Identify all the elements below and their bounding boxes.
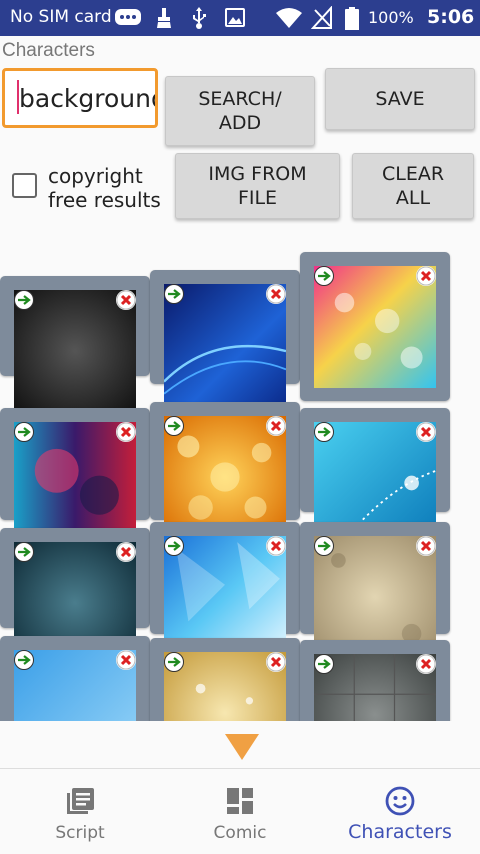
- result-tile[interactable]: [150, 402, 300, 538]
- bottom-navigation: Script Comic Characters: [0, 768, 480, 854]
- use-image-icon[interactable]: [164, 652, 184, 672]
- copyright-free-label: copyright free results: [48, 164, 161, 212]
- result-tile[interactable]: [0, 636, 150, 721]
- nav-label-characters: Characters: [348, 821, 452, 843]
- delete-image-icon[interactable]: [416, 536, 436, 556]
- use-image-icon[interactable]: [164, 536, 184, 556]
- nav-label-comic: Comic: [213, 823, 267, 843]
- delete-image-icon[interactable]: [266, 652, 286, 672]
- search-add-button[interactable]: SEARCH/ ADD: [165, 76, 315, 146]
- delete-image-icon[interactable]: [116, 542, 136, 562]
- result-tile[interactable]: [150, 638, 300, 721]
- result-tile[interactable]: [150, 522, 300, 658]
- use-image-icon[interactable]: [14, 422, 34, 442]
- comic-grid-icon: [227, 788, 253, 814]
- image-notification-icon: [225, 8, 245, 27]
- img-from-file-button[interactable]: IMG FROM FILE: [175, 153, 340, 219]
- use-image-icon[interactable]: [164, 284, 184, 304]
- wifi-icon: [276, 8, 302, 28]
- usb-icon: [193, 7, 206, 29]
- nav-item-characters[interactable]: Characters: [320, 769, 480, 854]
- page-title: Characters: [2, 40, 95, 61]
- delete-image-icon[interactable]: [266, 536, 286, 556]
- cleaner-icon: [157, 8, 171, 28]
- result-tile[interactable]: [300, 522, 450, 658]
- delete-image-icon[interactable]: [416, 422, 436, 442]
- delete-image-icon[interactable]: [266, 416, 286, 436]
- no-signal-icon: [311, 6, 332, 29]
- result-tile[interactable]: [0, 276, 150, 412]
- use-image-icon[interactable]: [314, 422, 334, 442]
- nav-label-script: Script: [55, 823, 105, 843]
- status-bar: No SIM card 100% 5:06: [0, 0, 480, 36]
- use-image-icon[interactable]: [164, 416, 184, 436]
- save-button[interactable]: SAVE: [325, 68, 475, 130]
- delete-image-icon[interactable]: [416, 266, 436, 286]
- delete-image-icon[interactable]: [116, 290, 136, 310]
- battery-icon: [345, 7, 359, 30]
- use-image-icon[interactable]: [14, 290, 34, 310]
- delete-image-icon[interactable]: [116, 422, 136, 442]
- battery-percent: 100%: [368, 8, 414, 27]
- result-tile[interactable]: [300, 640, 450, 721]
- use-image-icon[interactable]: [314, 654, 334, 674]
- copyright-free-checkbox[interactable]: [12, 173, 37, 198]
- smiley-icon: [385, 786, 415, 816]
- delete-image-icon[interactable]: [116, 650, 136, 670]
- use-image-icon[interactable]: [14, 650, 34, 670]
- result-tile[interactable]: [0, 408, 150, 544]
- search-input[interactable]: [2, 68, 158, 128]
- text-cursor: [17, 80, 19, 114]
- script-icon: [67, 788, 94, 814]
- result-tile[interactable]: [300, 252, 450, 401]
- delete-image-icon[interactable]: [266, 284, 286, 304]
- message-icon: [115, 9, 141, 25]
- result-tile[interactable]: [300, 408, 450, 544]
- use-image-icon[interactable]: [314, 266, 334, 286]
- clock: 5:06: [427, 6, 475, 28]
- use-image-icon[interactable]: [314, 536, 334, 556]
- delete-image-icon[interactable]: [416, 654, 436, 674]
- nav-item-script[interactable]: Script: [0, 769, 160, 854]
- clear-all-button[interactable]: CLEAR ALL: [352, 153, 474, 219]
- use-image-icon[interactable]: [14, 542, 34, 562]
- carrier-text: No SIM card: [10, 7, 112, 27]
- nav-item-comic[interactable]: Comic: [160, 769, 320, 854]
- image-results-grid[interactable]: [0, 245, 480, 721]
- result-tile[interactable]: [0, 528, 150, 664]
- result-tile[interactable]: [150, 270, 300, 406]
- scroll-down-arrow-icon[interactable]: [225, 734, 259, 760]
